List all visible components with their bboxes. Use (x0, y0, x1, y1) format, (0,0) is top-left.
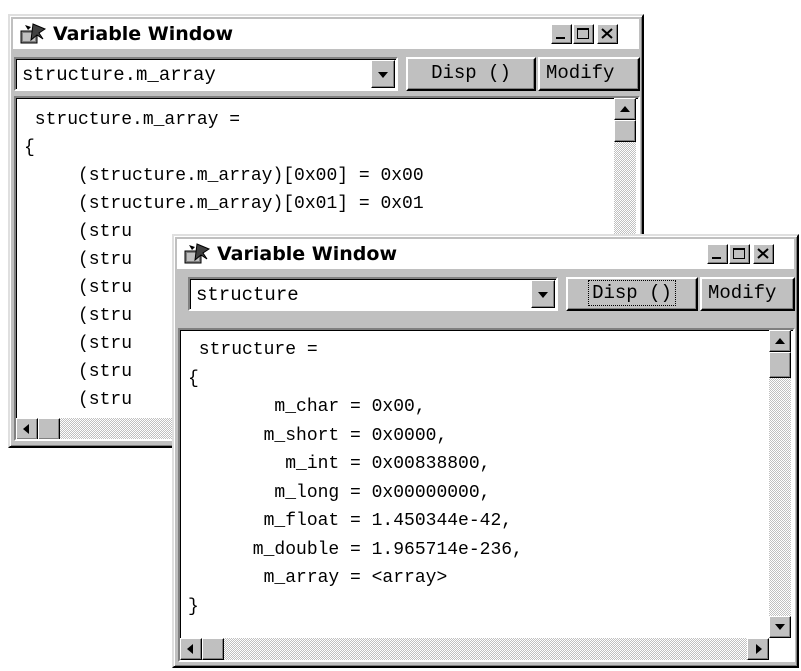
close-icon (757, 248, 769, 259)
variable-window-front: Variable Window structure Disp () Modify… (172, 234, 799, 668)
output-line: (stru (24, 278, 133, 298)
output-line: } (188, 596, 199, 617)
output-line: (stru (24, 362, 133, 382)
minimize-icon (556, 37, 565, 39)
modify-button[interactable]: Modify (538, 57, 640, 91)
vertical-scrollbar[interactable] (769, 330, 791, 638)
horizontal-scroll-thumb[interactable] (38, 418, 60, 439)
output-line: m_short = 0x0000, (188, 425, 448, 446)
expression-value[interactable]: structure.m_array (22, 64, 216, 86)
output-line: m_long = 0x00000000, (188, 482, 491, 503)
scroll-left-button[interactable] (180, 638, 202, 660)
horizontal-scroll-thumb[interactable] (202, 638, 224, 660)
chevron-down-icon (378, 72, 388, 78)
close-button[interactable] (597, 24, 618, 44)
vertical-scroll-thumb[interactable] (769, 352, 791, 378)
disp-button[interactable]: Disp () (406, 57, 536, 91)
size-grip[interactable] (769, 638, 791, 660)
scroll-down-button[interactable] (769, 616, 791, 638)
disp-button[interactable]: Disp () (566, 277, 698, 311)
scroll-up-button[interactable] (769, 330, 791, 352)
maximize-button[interactable] (729, 244, 750, 264)
vertical-scroll-thumb[interactable] (614, 120, 636, 142)
disp-button-label: Disp () (588, 280, 676, 306)
output-line: m_int = 0x00838800, (188, 454, 491, 474)
minimize-button[interactable] (707, 244, 728, 264)
arrow-left-icon (187, 644, 193, 654)
output-line: (stru (24, 390, 133, 410)
variable-window-app-icon[interactable] (183, 241, 211, 267)
window-title: Variable Window (53, 23, 234, 45)
modify-button-label: Modify (708, 282, 777, 304)
variable-window-app-icon[interactable] (19, 21, 47, 47)
output-line: structure = (188, 340, 318, 360)
output-line: m_char = 0x00, (188, 397, 426, 417)
output-text: structure = { m_char = 0x00, m_short = 0… (188, 336, 523, 621)
window-title: Variable Window (217, 243, 398, 265)
expression-combo[interactable]: structure (188, 277, 558, 311)
modify-button-label: Modify (546, 62, 615, 84)
output-line: (structure.m_array)[0x00] = 0x00 (24, 166, 424, 186)
output-line: { (188, 368, 199, 389)
horizontal-scrollbar[interactable] (180, 638, 769, 660)
title-bar[interactable]: Variable Window (13, 19, 639, 49)
arrow-down-icon (775, 624, 785, 630)
scroll-left-button[interactable] (16, 418, 38, 439)
close-button[interactable] (753, 244, 774, 264)
disp-button-label: Disp () (431, 62, 511, 84)
dropdown-button[interactable] (531, 280, 555, 308)
maximize-icon (733, 248, 745, 259)
dropdown-button[interactable] (371, 60, 395, 88)
output-line: (stru (24, 222, 133, 242)
minimize-icon (712, 257, 721, 259)
output-pane[interactable]: structure = { m_char = 0x00, m_short = 0… (178, 328, 795, 662)
arrow-up-icon (620, 106, 630, 112)
chevron-down-icon (538, 292, 548, 298)
output-line: { (24, 138, 35, 158)
scroll-up-button[interactable] (614, 98, 636, 120)
output-line: structure.m_array = (24, 110, 241, 130)
minimize-button[interactable] (551, 24, 572, 44)
output-line: m_array = <array> (188, 568, 448, 588)
output-line: (stru (24, 306, 133, 326)
arrow-left-icon (23, 424, 29, 434)
title-bar[interactable]: Variable Window (177, 239, 794, 269)
arrow-right-icon (756, 644, 762, 654)
expression-combo[interactable]: structure.m_array (14, 57, 398, 91)
close-icon (601, 28, 613, 39)
scroll-right-button[interactable] (747, 638, 769, 660)
maximize-button[interactable] (573, 24, 594, 44)
output-line: m_double = 1.965714e-236, (188, 539, 523, 560)
maximize-icon (577, 28, 589, 39)
output-line: (stru (24, 250, 133, 270)
expression-value[interactable]: structure (196, 284, 299, 306)
output-line: (stru (24, 334, 133, 354)
output-line: m_float = 1.450344e-42, (188, 511, 513, 531)
output-line: (structure.m_array)[0x01] = 0x01 (24, 194, 424, 214)
modify-button[interactable]: Modify (700, 277, 795, 311)
arrow-up-icon (775, 338, 785, 344)
